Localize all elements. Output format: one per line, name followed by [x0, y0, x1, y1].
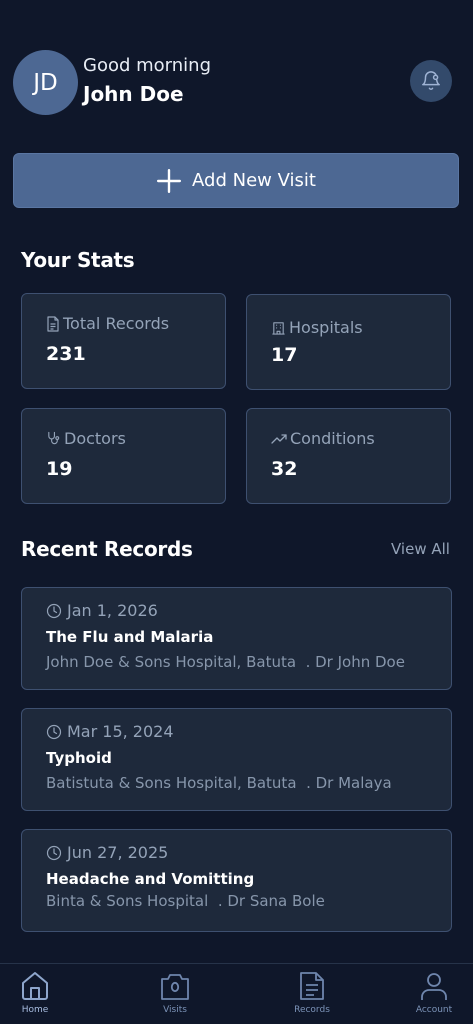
record-date: Jan 1, 2026	[46, 601, 158, 620]
home-icon	[22, 972, 48, 1000]
file-text-icon	[300, 972, 324, 1000]
stat-label-doctors: Doctors	[46, 429, 126, 448]
recent-records-title: Recent Records	[21, 537, 193, 561]
add-new-visit-button[interactable]: Add New Visit	[13, 153, 459, 208]
stat-value-total-records: 231	[46, 343, 86, 365]
nav-item-visits[interactable]: Visits	[135, 970, 215, 1015]
stethoscope-icon	[48, 431, 60, 445]
record-card[interactable]: Jun 27, 2025 Headache and Vomitting Bint…	[21, 829, 452, 932]
stat-card-doctors[interactable]: Doctors 19	[21, 408, 226, 504]
record-date-text: Mar 15, 2024	[67, 722, 174, 741]
camera-icon	[161, 974, 189, 1000]
stat-label-text: Conditions	[290, 429, 375, 448]
stat-card-hospitals[interactable]: Hospitals 17	[246, 294, 451, 390]
building-icon	[272, 322, 285, 335]
bell-icon	[422, 71, 440, 91]
record-date: Jun 27, 2025	[46, 843, 168, 862]
clock-icon	[46, 845, 62, 860]
record-meta: Batistuta & Sons Hospital, Batuta . Dr M…	[46, 774, 392, 792]
record-title: Headache and Vomitting	[46, 870, 255, 888]
stat-label-conditions: Conditions	[271, 429, 375, 448]
nav-label: Records	[294, 1005, 330, 1015]
avatar[interactable]: JD	[13, 50, 78, 115]
record-card[interactable]: Mar 15, 2024 Typhoid Batistuta & Sons Ho…	[21, 708, 452, 811]
user-icon	[421, 973, 447, 1000]
bottom-nav: Home Visits Records Account	[0, 963, 473, 1024]
stat-label-text: Hospitals	[289, 318, 363, 337]
nav-label: Account	[415, 1005, 453, 1015]
clock-icon	[46, 724, 62, 739]
nav-label: Home	[21, 1005, 49, 1015]
greeting-text: Good morning	[83, 55, 211, 76]
stat-card-total-records[interactable]: Total Records 231	[21, 293, 226, 389]
stats-section-title: Your Stats	[21, 248, 135, 272]
plus-icon	[157, 168, 182, 193]
record-title: Typhoid	[46, 749, 112, 767]
record-date: Mar 15, 2024	[46, 722, 174, 741]
stat-value-doctors: 19	[46, 458, 73, 480]
record-hospital: Binta & Sons Hospital	[46, 892, 209, 910]
clock-icon	[46, 603, 62, 618]
nav-item-account[interactable]: Account	[394, 970, 473, 1015]
view-all-link[interactable]: View All	[391, 540, 450, 558]
record-doctor: . Dr John Doe	[305, 653, 405, 671]
record-doctor: . Dr Sana Bole	[217, 892, 325, 910]
record-card[interactable]: Jan 1, 2026 The Flu and Malaria John Doe…	[21, 587, 452, 690]
record-date-text: Jan 1, 2026	[67, 601, 158, 620]
nav-label: Visits	[163, 1005, 187, 1015]
stat-value-hospitals: 17	[271, 344, 298, 366]
stat-label-total-records: Total Records	[46, 314, 169, 333]
notifications-button[interactable]	[410, 60, 452, 102]
stat-label-text: Doctors	[64, 429, 126, 448]
record-meta: Binta & Sons Hospital . Dr Sana Bole	[46, 892, 325, 910]
record-date-text: Jun 27, 2025	[67, 843, 169, 862]
add-new-visit-label: Add New Visit	[192, 170, 316, 191]
stat-value-conditions: 32	[271, 458, 298, 480]
record-doctor: . Dr Malaya	[306, 774, 392, 792]
stat-card-conditions[interactable]: Conditions 32	[246, 408, 451, 504]
record-hospital: Batistuta & Sons Hospital, Batuta	[46, 774, 297, 792]
record-meta: John Doe & Sons Hospital, Batuta . Dr Jo…	[46, 653, 405, 671]
stat-label-hospitals: Hospitals	[271, 318, 363, 337]
stat-label-text: Total Records	[63, 314, 170, 333]
user-name: John Doe	[83, 82, 184, 106]
trending-up-icon	[271, 433, 287, 444]
record-hospital: John Doe & Sons Hospital, Batuta	[46, 653, 297, 671]
record-title: The Flu and Malaria	[46, 628, 214, 646]
dashboard-screen: JD Good morning John Doe Add New Visit Y…	[0, 0, 473, 1024]
nav-item-home[interactable]: Home	[0, 970, 75, 1015]
nav-item-records[interactable]: Records	[272, 970, 352, 1015]
document-icon	[47, 315, 59, 332]
